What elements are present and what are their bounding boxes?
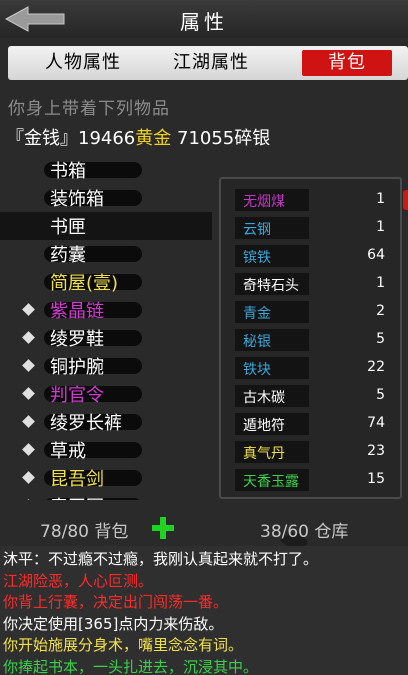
inventory-item-quantity: 1 [376,191,385,207]
screen: 属性 人物属性 江湖属性 背包 你身上带着下列物品 『金钱』19466黄金 71… [0,0,408,675]
diamond-icon [22,471,35,484]
inventory-item-name: 遁地符 [243,418,285,434]
item-list[interactable]: 书箱装饰箱书匣药囊简屋(壹) 紫晶链绫罗鞋铜护腕判官令绫罗长裤草戒昆吾剑青玉冠 [0,156,212,500]
list-item[interactable]: 青玉冠 [0,492,212,500]
inventory-row[interactable]: 铁块 22 [235,357,397,379]
inventory-item-name: 真气丹 [243,446,285,462]
item-label: 简屋(壹) [50,273,119,294]
title-bar: 属性 [0,0,408,38]
item-label: 绫罗鞋 [50,329,104,350]
bag-count: 78/80 背包 [40,522,129,542]
inventory-item-name: 青金 [243,306,271,322]
inventory-item-quantity: 22 [367,359,385,375]
inventory-row[interactable]: 镔铁 64 [235,245,397,267]
list-item[interactable]: 药囊 [0,240,212,268]
item-label: 装饰箱 [50,189,104,210]
item-label: 铜护腕 [50,357,104,378]
plus-icon[interactable] [151,516,175,540]
storage-count: 38/60 仓库 [260,522,349,542]
page-title: 属性 [180,10,228,34]
item-label: 昆吾剑 [50,469,104,490]
item-label: 书箱 [50,161,86,182]
section-subtitle: 你身上带着下列物品 [8,99,170,119]
inventory-item-quantity: 23 [367,443,385,459]
bag-bar: 78/80 背包 38/60 仓库 [0,514,408,544]
log-line: 你背上行囊，决定出门闯荡一番。 [3,593,229,611]
diamond-icon [22,499,35,500]
list-item[interactable]: 绫罗长裤 [0,408,212,436]
inventory-item-quantity: 74 [367,415,385,431]
diamond-icon [22,415,35,428]
item-label: 绫罗长裤 [50,413,122,434]
log-line: 你决定使用[365]点内力来伤敌。 [3,614,224,633]
list-item[interactable]: 铜护腕 [0,352,212,380]
tab-backpack[interactable]: 背包 [302,50,392,76]
diamond-icon [22,331,35,344]
diamond-icon [22,359,35,372]
log-line: 沐平：不过瘾不过瘾，我刚认真起来就不打了。 [3,550,319,568]
inventory-item-quantity: 64 [367,247,385,263]
list-item[interactable]: 判官令 [0,380,212,408]
inventory-item-name: 奇特石头 [243,278,299,294]
scroll-marker [403,190,408,210]
inventory-row[interactable]: 遁地符 74 [235,413,397,435]
tab-jianghu-attributes[interactable]: 江湖属性 [156,50,266,76]
money-gold-label: 黄金 [135,128,172,149]
list-item[interactable]: 草戒 [0,436,212,464]
list-item[interactable]: 简屋(壹) [0,268,212,296]
inventory-item-quantity: 5 [376,387,385,403]
message-log[interactable]: 沐平：不过瘾不过瘾，我刚认真起来就不打了。 江湖险恶，人心叵测。你背上行囊，决定出… [0,546,408,675]
inventory-row[interactable]: 无烟煤 1 [235,189,397,211]
inventory-item-name: 古木碳 [243,390,285,406]
inventory-item-name: 无烟煤 [243,194,285,210]
item-label: 草戒 [50,441,86,462]
inventory-item-quantity: 15 [367,471,385,487]
inventory-row[interactable]: 真气丹 23 [235,441,397,463]
list-item[interactable]: 书匣 [0,212,212,240]
inventory-row[interactable]: 秘银 5 [235,329,397,351]
inventory-item-quantity: 5 [376,331,385,347]
inventory-item-name: 镔铁 [243,250,271,266]
inventory-row[interactable]: 青金 2 [235,301,397,323]
log-line: 你捧起书本，一头扎进去，沉浸其中。 [3,657,259,675]
item-label: 青玉冠 [50,493,104,500]
inventory-row[interactable]: 天香玉露 15 [235,469,397,491]
list-item[interactable]: 昆吾剑 [0,464,212,492]
money-display: 『金钱』19466黄金 71055碎银 [6,124,270,150]
inventory-item-name: 秘银 [243,334,271,350]
inventory-row[interactable]: 奇特石头 1 [235,273,397,295]
inventory-item-name: 天香玉露 [243,474,299,490]
item-label: 书匣 [50,217,86,238]
tab-character-attributes[interactable]: 人物属性 [28,50,138,76]
inventory-row[interactable]: 古木碳 5 [235,385,397,407]
inventory-panel[interactable]: 无烟煤 1 云钢 1 镔铁 64 奇特石头 1 青金 2 秘银 5 铁块 22 古木碳 5 遁地符 74 真气丹 23… [219,177,402,499]
inventory-item-quantity: 2 [376,303,385,319]
diamond-icon [22,443,35,456]
list-item[interactable]: 装饰箱 [0,184,212,212]
item-label: 药囊 [50,245,86,266]
list-item[interactable]: 紫晶链 [0,296,212,324]
item-label: 紫晶链 [50,301,104,322]
inventory-row[interactable]: 云钢 1 [235,217,397,239]
inventory-item-name: 铁块 [243,362,271,378]
diamond-icon [22,303,35,316]
log-line: 你开始施展分身术，嘴里念念有词。 [3,636,244,654]
money-silver: 71055碎银 [171,128,271,149]
inventory-item-quantity: 1 [376,219,385,235]
item-label: 判官令 [50,385,104,406]
list-item[interactable]: 绫罗鞋 [0,324,212,352]
log-line: 江湖险恶，人心叵测。 [3,571,154,590]
inventory-item-name: 云钢 [243,222,271,238]
tab-bar: 人物属性 江湖属性 背包 [8,46,408,80]
inventory-item-quantity: 1 [376,275,385,291]
money-gold-amount: 『金钱』19466 [6,128,136,149]
list-item[interactable]: 书箱 [0,156,212,184]
diamond-icon [22,387,35,400]
